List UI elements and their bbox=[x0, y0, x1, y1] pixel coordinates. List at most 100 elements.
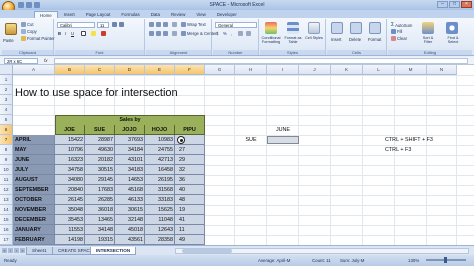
row-header[interactable]: 11 bbox=[0, 175, 13, 185]
cell-styles-button[interactable]: Cell Styles bbox=[305, 36, 325, 40]
shortcut-note-1[interactable]: CTRL + SHIFT + F3 bbox=[385, 135, 433, 145]
delete-button[interactable]: Delete bbox=[349, 37, 361, 42]
row-header[interactable]: 12 bbox=[0, 185, 13, 195]
formula-input[interactable] bbox=[54, 58, 468, 64]
data-cell[interactable]: 15625 bbox=[145, 205, 175, 215]
column-header[interactable]: H bbox=[235, 65, 267, 75]
column-header[interactable]: C bbox=[85, 65, 115, 75]
data-cell[interactable]: 20182 bbox=[85, 155, 115, 165]
data-cell[interactable]: 35048 bbox=[55, 205, 85, 215]
tab-developer[interactable]: Developer bbox=[212, 11, 242, 18]
data-cell[interactable]: 28358 bbox=[145, 235, 175, 245]
wrap-text-button[interactable]: Wrap Text bbox=[181, 22, 206, 27]
align-center-icon[interactable] bbox=[156, 31, 161, 36]
zoom-slider[interactable] bbox=[426, 257, 466, 263]
fill-color-icon[interactable] bbox=[91, 31, 96, 36]
next-sheet-icon[interactable]: › bbox=[14, 248, 19, 253]
sheet-tab-sheet1[interactable]: Sheet1 bbox=[26, 247, 53, 255]
data-cell[interactable]: 34183 bbox=[115, 165, 145, 175]
tab-insert[interactable]: Insert bbox=[59, 11, 80, 18]
data-cell[interactable]: 19 bbox=[175, 205, 205, 215]
data-cell[interactable]: 45018 bbox=[115, 225, 145, 235]
align-bottom-icon[interactable] bbox=[163, 22, 168, 27]
data-cell[interactable]: 28987 bbox=[85, 135, 115, 145]
data-cell[interactable]: 32148 bbox=[115, 215, 145, 225]
row-header[interactable]: 13 bbox=[0, 195, 13, 205]
merge-center-button[interactable]: Merge & Center bbox=[181, 31, 217, 36]
scroll-thumb[interactable] bbox=[182, 249, 232, 253]
zoom-level[interactable]: 130% bbox=[408, 255, 419, 266]
column-header[interactable]: M bbox=[395, 65, 427, 75]
data-cell[interactable]: 43101 bbox=[115, 155, 145, 165]
comma-icon[interactable]: , bbox=[231, 31, 232, 36]
data-cell[interactable]: 10796 bbox=[55, 145, 85, 155]
row-header[interactable]: 16 bbox=[0, 225, 13, 235]
tab-home[interactable]: Home bbox=[34, 11, 58, 18]
paste-button[interactable]: Paste bbox=[3, 38, 14, 43]
orientation-icon[interactable] bbox=[172, 22, 177, 27]
name-box[interactable]: 2R x 6C bbox=[4, 58, 38, 64]
data-cell[interactable]: 20840 bbox=[55, 185, 85, 195]
data-cell[interactable]: 46133 bbox=[115, 195, 145, 205]
paste-icon[interactable] bbox=[5, 23, 17, 35]
row-header[interactable]: 2 bbox=[0, 85, 13, 95]
data-cell[interactable]: 29 bbox=[175, 155, 205, 165]
data-cell[interactable]: 36 bbox=[175, 175, 205, 185]
data-cell[interactable]: 33183 bbox=[145, 195, 175, 205]
find-select-button[interactable]: Find & Select bbox=[442, 36, 464, 45]
row-header[interactable]: 4 bbox=[0, 105, 13, 115]
zoom-knob[interactable] bbox=[444, 257, 447, 263]
row-header[interactable]: 8 bbox=[0, 145, 13, 155]
horizontal-scrollbar[interactable] bbox=[175, 248, 469, 254]
tab-data[interactable]: Data bbox=[146, 11, 165, 18]
data-cell[interactable]: 11048 bbox=[145, 215, 175, 225]
data-cell[interactable]: 15422 bbox=[55, 135, 85, 145]
borders-icon[interactable] bbox=[81, 31, 86, 36]
row-header[interactable]: 3 bbox=[0, 95, 13, 105]
column-header[interactable]: D bbox=[115, 65, 145, 75]
select-all-corner[interactable] bbox=[0, 65, 13, 75]
maximize-icon[interactable]: □ bbox=[449, 1, 460, 8]
column-header[interactable]: F bbox=[175, 65, 205, 75]
data-cell[interactable]: 34184 bbox=[115, 145, 145, 155]
data-cell[interactable]: 14198 bbox=[55, 235, 85, 245]
lookup-row-label[interactable]: SUE bbox=[235, 135, 267, 145]
prev-sheet-icon[interactable]: ‹ bbox=[8, 248, 13, 253]
column-header[interactable]: K bbox=[331, 65, 363, 75]
data-cell[interactable]: 11 bbox=[175, 225, 205, 235]
data-cell[interactable]: 35453 bbox=[55, 215, 85, 225]
data-cell[interactable]: 19315 bbox=[85, 235, 115, 245]
row-header[interactable]: 5 bbox=[0, 115, 13, 125]
insert-button[interactable]: Insert bbox=[331, 37, 341, 42]
bold-button[interactable]: B bbox=[58, 31, 61, 36]
sheet-tab-intersection[interactable]: INTERSECTION bbox=[90, 247, 137, 255]
data-cell[interactable]: 43561 bbox=[115, 235, 145, 245]
tab-page-layout[interactable]: Page Layout bbox=[81, 11, 116, 18]
data-cell[interactable]: 12643 bbox=[145, 225, 175, 235]
tab-view[interactable]: View bbox=[191, 11, 210, 18]
decrease-decimal-icon[interactable] bbox=[246, 31, 251, 36]
data-cell[interactable]: 49 bbox=[175, 235, 205, 245]
tab-formulas[interactable]: Formulas bbox=[116, 11, 144, 18]
data-cell[interactable]: 11553 bbox=[55, 225, 85, 235]
data-cell[interactable]: 49630 bbox=[85, 145, 115, 155]
column-header[interactable]: N bbox=[427, 65, 457, 75]
increase-decimal-icon[interactable] bbox=[238, 31, 243, 36]
row-header[interactable]: 14 bbox=[0, 205, 13, 215]
copy-button[interactable]: Copy bbox=[21, 29, 37, 34]
column-header[interactable]: G bbox=[205, 65, 235, 75]
sort-filter-button[interactable]: Sort & Filter bbox=[418, 36, 438, 45]
shrink-font-icon[interactable] bbox=[119, 22, 124, 27]
italic-button[interactable]: I bbox=[65, 31, 66, 36]
conditional-formatting-button[interactable]: Conditional Formatting bbox=[260, 36, 282, 45]
close-icon[interactable]: × bbox=[461, 1, 472, 8]
tab-review[interactable]: Review bbox=[166, 11, 190, 18]
format-button[interactable]: Format bbox=[368, 37, 381, 42]
row-header[interactable]: 15 bbox=[0, 215, 13, 225]
data-cell[interactable]: 34080 bbox=[55, 175, 85, 185]
data-cell[interactable]: 48 bbox=[175, 195, 205, 205]
row-header[interactable]: 6 bbox=[0, 125, 13, 135]
data-cell[interactable]: 26285 bbox=[85, 195, 115, 205]
align-middle-icon[interactable] bbox=[156, 22, 161, 27]
column-header[interactable]: J bbox=[299, 65, 331, 75]
